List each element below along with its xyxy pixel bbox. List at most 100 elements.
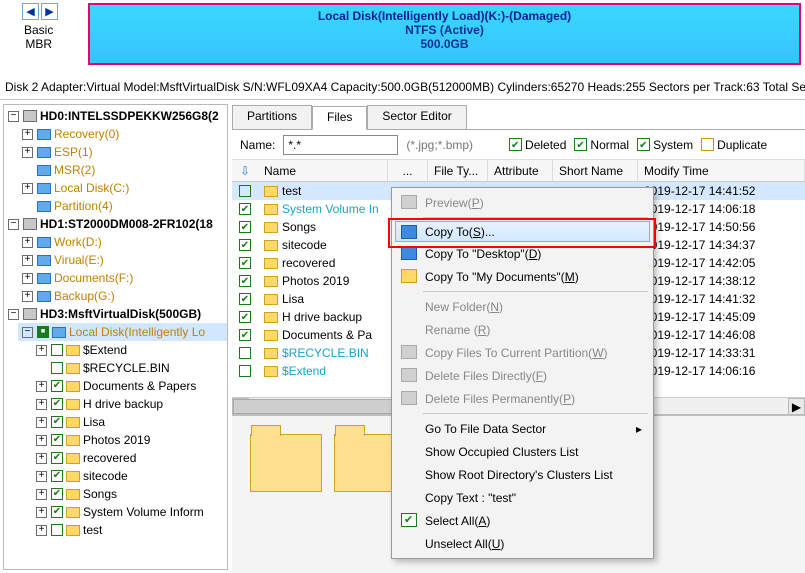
partition-bar[interactable]: Local Disk(Intelligently Load)(K:)-(Dama… [88, 3, 801, 65]
ctx-copy-text[interactable]: Copy Text : "test" [395, 486, 650, 509]
row-modify: 2019-12-17 14:46:08 [638, 328, 805, 342]
col-size[interactable]: ... [388, 160, 428, 181]
filter-system-checkbox[interactable]: System [637, 138, 693, 152]
scroll-right-icon[interactable]: ▶ [788, 398, 805, 415]
row-checkbox[interactable] [239, 275, 251, 287]
tree-partition[interactable]: MSR(2) [18, 161, 227, 179]
row-checkbox[interactable] [239, 185, 251, 197]
folder-icon [264, 294, 278, 305]
ctx-copy-desktop[interactable]: Copy To "Desktop"(D) [395, 242, 650, 265]
row-checkbox[interactable] [239, 329, 251, 341]
tab-sector-editor[interactable]: Sector Editor [367, 105, 466, 129]
row-modify: 2019-12-17 14:50:56 [638, 220, 805, 234]
filter-hint: (*.jpg;*.bmp) [406, 138, 473, 152]
filter-bar: Name: (*.jpg;*.bmp) Deleted Normal Syste… [232, 130, 805, 160]
folder-icon [401, 225, 417, 239]
context-menu: Preview(P) Copy To(S)... Copy To "Deskto… [391, 187, 654, 559]
ctx-rename: Rename (R) [395, 318, 650, 341]
filter-deleted-checkbox[interactable]: Deleted [509, 138, 566, 152]
col-modify[interactable]: Modify Time [638, 160, 805, 181]
partition-bar-title: Local Disk(Intelligently Load)(K:)-(Dama… [90, 9, 799, 23]
tree-folder[interactable]: +Photos 2019 [32, 431, 227, 449]
ctx-copy-to[interactable]: Copy To(S)... [395, 221, 650, 242]
row-checkbox[interactable] [239, 203, 251, 215]
select-all-arrow-icon[interactable]: ⇩ [232, 164, 258, 178]
col-filetype[interactable]: File Ty... [428, 160, 488, 181]
tree-partition[interactable]: +Recovery(0) [18, 125, 227, 143]
row-checkbox[interactable] [239, 347, 251, 359]
tree-disk-hd1[interactable]: −HD1:ST2000DM008-2FR102(18 [4, 215, 227, 233]
row-modify: 2019-12-17 14:42:05 [638, 256, 805, 270]
ctx-root-clusters[interactable]: Show Root Directory's Clusters List [395, 463, 650, 486]
tree-folder[interactable]: +Songs [32, 485, 227, 503]
ctx-goto-sector[interactable]: Go To File Data Sector▸ [395, 417, 650, 440]
tree-folder[interactable]: +recovered [32, 449, 227, 467]
row-name: sitecode [258, 238, 388, 252]
tabstrip: Partitions Files Sector Editor [232, 104, 805, 130]
row-modify: 2019-12-17 14:33:31 [638, 346, 805, 360]
tree-partition[interactable]: +Documents(F:) [18, 269, 227, 287]
row-modify: 2019-12-17 14:41:52 [638, 184, 805, 198]
tree-folder[interactable]: +System Volume Inform [32, 503, 227, 521]
tree-partition[interactable]: +Local Disk(C:) [18, 179, 227, 197]
ctx-unselect-all[interactable]: Unselect All(U) [395, 532, 650, 555]
row-checkbox[interactable] [239, 365, 251, 377]
tree-partition[interactable]: +Virual(E:) [18, 251, 227, 269]
row-name: Songs [258, 220, 388, 234]
delete-icon [401, 368, 417, 382]
tree-disk-hd0[interactable]: −HD0:INTELSSDPEKKW256G8(2 [4, 107, 227, 125]
checkbox-icon [401, 513, 417, 527]
forward-button[interactable]: ▶ [41, 3, 58, 20]
row-checkbox[interactable] [239, 257, 251, 269]
tab-files[interactable]: Files [312, 106, 367, 130]
preview-icon [401, 195, 417, 209]
tree-folder[interactable]: +H drive backup [32, 395, 227, 413]
tree-folder[interactable]: +Documents & Papers [32, 377, 227, 395]
tree-partition[interactable]: +Work(D:) [18, 233, 227, 251]
back-button[interactable]: ◀ [22, 3, 39, 20]
row-checkbox[interactable] [239, 239, 251, 251]
ctx-occupied-clusters[interactable]: Show Occupied Clusters List [395, 440, 650, 463]
separator [423, 413, 648, 414]
preview-folder-icon [250, 434, 322, 492]
col-attribute[interactable]: Attribute [488, 160, 553, 181]
tree-folder[interactable]: +$Extend [32, 341, 227, 359]
row-modify: 2019-12-17 14:06:18 [638, 202, 805, 216]
folder-icon [264, 204, 278, 215]
filter-name-input[interactable] [283, 135, 398, 155]
ctx-copy-current-partition: Copy Files To Current Partition(W) [395, 341, 650, 364]
tree-partition-selected[interactable]: −Local Disk(Intelligently Lo [18, 323, 227, 341]
row-checkbox[interactable] [239, 221, 251, 233]
tree-partition[interactable]: +ESP(1) [18, 143, 227, 161]
folder-icon [264, 312, 278, 323]
filter-duplicate-checkbox[interactable]: Duplicate [701, 138, 767, 152]
tree-folder[interactable]: +Lisa [32, 413, 227, 431]
row-modify: 2019-12-17 14:38:12 [638, 274, 805, 288]
row-checkbox[interactable] [239, 293, 251, 305]
col-shortname[interactable]: Short Name [553, 160, 638, 181]
tree-disk-hd3[interactable]: −HD3:MsftVirtualDisk(500GB) [4, 305, 227, 323]
splitter[interactable] [0, 99, 805, 100]
row-name: test [258, 184, 388, 198]
folder-icon [264, 240, 278, 251]
separator [423, 217, 648, 218]
ctx-copy-documents[interactable]: Copy To "My Documents"(M) [395, 265, 650, 288]
row-name: System Volume In [258, 202, 388, 216]
row-modify: 2019-12-17 14:41:32 [638, 292, 805, 306]
filter-normal-checkbox[interactable]: Normal [574, 138, 629, 152]
tree-folder[interactable]: +sitecode [32, 467, 227, 485]
row-name: $Extend [258, 364, 388, 378]
filter-name-label: Name: [240, 138, 275, 152]
tree-folder[interactable]: +test [32, 521, 227, 539]
disk-tree[interactable]: −HD0:INTELSSDPEKKW256G8(2 +Recovery(0) +… [3, 104, 228, 570]
tab-partitions[interactable]: Partitions [232, 105, 312, 129]
row-checkbox[interactable] [239, 311, 251, 323]
folder-icon [264, 222, 278, 233]
row-modify: 2019-12-17 14:06:16 [638, 364, 805, 378]
ctx-select-all[interactable]: Select All(A) [395, 509, 650, 532]
col-name[interactable]: Name [258, 160, 388, 181]
tree-folder[interactable]: $RECYCLE.BIN [32, 359, 227, 377]
tree-partition[interactable]: +Backup(G:) [18, 287, 227, 305]
tree-partition[interactable]: Partition(4) [18, 197, 227, 215]
folder-icon [401, 269, 417, 283]
